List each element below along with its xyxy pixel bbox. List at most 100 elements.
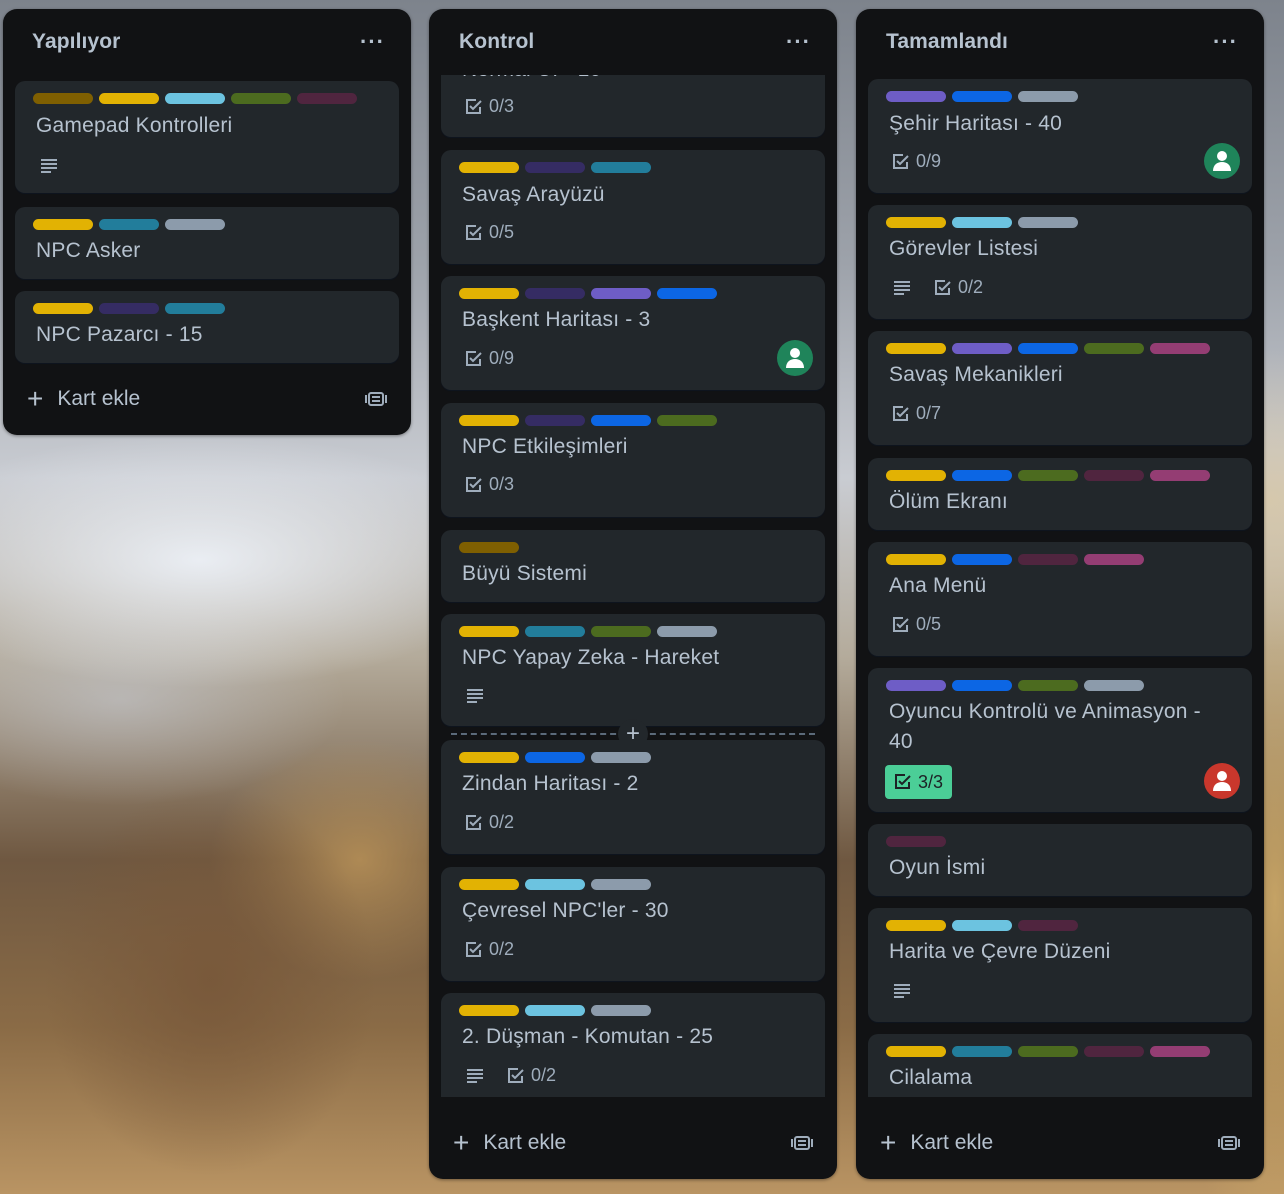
card-labels[interactable] [886, 920, 1078, 931]
card-labels[interactable] [459, 752, 651, 763]
label-teal[interactable] [952, 1046, 1012, 1057]
card-labels[interactable] [459, 288, 717, 299]
card-dusman-komutan[interactable]: 2. Düşman - Komutan - 25 0/2 [441, 993, 825, 1097]
label-yellow[interactable] [886, 920, 946, 931]
label-brown[interactable] [33, 93, 93, 104]
card-normal-ui[interactable]: Normal UI - 10 0/3 [441, 75, 825, 137]
label-yellow[interactable] [459, 1005, 519, 1016]
card-labels[interactable] [886, 680, 1144, 691]
label-navy[interactable] [525, 415, 585, 426]
label-blue[interactable] [952, 470, 1012, 481]
label-blue[interactable] [952, 680, 1012, 691]
card-labels[interactable] [33, 93, 357, 104]
card-labels[interactable] [886, 470, 1210, 481]
card-labels[interactable] [886, 343, 1210, 354]
card-labels[interactable] [459, 879, 651, 890]
card-labels[interactable] [886, 91, 1078, 102]
label-gray[interactable] [591, 1005, 651, 1016]
label-teal[interactable] [165, 303, 225, 314]
label-blue[interactable] [952, 91, 1012, 102]
label-purple[interactable] [591, 288, 651, 299]
label-green[interactable] [1018, 680, 1078, 691]
label-yellow[interactable] [886, 554, 946, 565]
label-blue[interactable] [657, 288, 717, 299]
label-navy[interactable] [99, 303, 159, 314]
label-green[interactable] [1018, 1046, 1078, 1057]
card-oyun-ismi[interactable]: Oyun İsmi [868, 824, 1252, 896]
label-maroon[interactable] [1018, 920, 1078, 931]
list-title[interactable]: Yapılıyor [32, 30, 120, 54]
label-blue[interactable] [952, 554, 1012, 565]
label-yellow[interactable] [459, 288, 519, 299]
label-navy[interactable] [525, 288, 585, 299]
create-from-template-icon[interactable] [1218, 1133, 1240, 1153]
label-gray[interactable] [165, 219, 225, 230]
list-menu-button[interactable]: ··· [360, 31, 385, 53]
label-blue[interactable] [591, 415, 651, 426]
card-buyu-sistemi[interactable]: Büyü Sistemi [441, 530, 825, 602]
label-yellow[interactable] [886, 343, 946, 354]
card-baskent-haritasi[interactable]: Başkent Haritası - 3 0/9 [441, 276, 825, 390]
label-pink[interactable] [1084, 554, 1144, 565]
card-labels[interactable] [886, 554, 1144, 565]
label-gray[interactable] [657, 626, 717, 637]
label-pink[interactable] [1150, 470, 1210, 481]
label-green[interactable] [1018, 470, 1078, 481]
label-maroon[interactable] [1084, 470, 1144, 481]
card-gamepad-kontrolleri[interactable]: Gamepad Kontrolleri [15, 81, 399, 193]
card-labels[interactable] [886, 217, 1078, 228]
card-npc-yapay-zeka[interactable]: NPC Yapay Zeka - Hareket [441, 614, 825, 726]
label-maroon[interactable] [297, 93, 357, 104]
label-pink[interactable] [1150, 343, 1210, 354]
card-cevresel-npcler[interactable]: Çevresel NPC'ler - 30 0/2 [441, 867, 825, 981]
label-green[interactable] [591, 626, 651, 637]
label-green[interactable] [231, 93, 291, 104]
card-labels[interactable] [459, 626, 717, 637]
card-labels[interactable] [459, 162, 651, 173]
add-card-button[interactable]: + Kart ekle [453, 1129, 566, 1157]
label-yellow[interactable] [459, 752, 519, 763]
card-labels[interactable] [459, 542, 519, 553]
label-gray[interactable] [591, 879, 651, 890]
card-npc-pazarci[interactable]: NPC Pazarcı - 15 [15, 291, 399, 363]
label-yellow[interactable] [459, 162, 519, 173]
card-savas-mekanikleri[interactable]: Savaş Mekanikleri 0/7 [868, 331, 1252, 445]
member-avatar[interactable] [777, 340, 813, 376]
create-from-template-icon[interactable] [791, 1133, 813, 1153]
card-labels[interactable] [33, 303, 225, 314]
list-header[interactable]: Yapılıyor ··· [3, 9, 411, 75]
label-gray[interactable] [591, 752, 651, 763]
label-teal[interactable] [591, 162, 651, 173]
label-yellow[interactable] [33, 219, 93, 230]
label-sky[interactable] [525, 1005, 585, 1016]
card-harita-cevre[interactable]: Harita ve Çevre Düzeni [868, 908, 1252, 1022]
label-yellow[interactable] [886, 1046, 946, 1057]
label-maroon[interactable] [1084, 1046, 1144, 1057]
card-npc-asker[interactable]: NPC Asker [15, 207, 399, 279]
label-blue[interactable] [1018, 343, 1078, 354]
add-card-button[interactable]: + Kart ekle [27, 385, 140, 413]
label-yellow[interactable] [459, 415, 519, 426]
card-labels[interactable] [459, 415, 717, 426]
label-purple[interactable] [952, 343, 1012, 354]
label-brown[interactable] [459, 542, 519, 553]
card-labels[interactable] [459, 1005, 651, 1016]
label-yellow[interactable] [459, 879, 519, 890]
card-labels[interactable] [886, 836, 946, 847]
member-avatar[interactable] [1204, 143, 1240, 179]
add-card-button[interactable]: + Kart ekle [880, 1129, 993, 1157]
label-yellow[interactable] [886, 217, 946, 228]
card-zindan-haritasi[interactable]: Zindan Haritası - 2 0/2 [441, 740, 825, 854]
card-npc-etkilesimleri[interactable]: NPC Etkileşimleri 0/3 [441, 403, 825, 517]
label-navy[interactable] [525, 162, 585, 173]
card-oyuncu-kontrolu[interactable]: Oyuncu Kontrolü ve Animasyon - 40 3/3 [868, 668, 1252, 812]
label-sky[interactable] [165, 93, 225, 104]
label-maroon[interactable] [1018, 554, 1078, 565]
label-gray[interactable] [1084, 680, 1144, 691]
card-cilalama[interactable]: Cilalama [868, 1034, 1252, 1097]
label-gray[interactable] [1018, 217, 1078, 228]
card-olum-ekrani[interactable]: Ölüm Ekranı [868, 458, 1252, 530]
label-purple[interactable] [886, 91, 946, 102]
label-teal[interactable] [99, 219, 159, 230]
list-title[interactable]: Kontrol [459, 30, 534, 54]
